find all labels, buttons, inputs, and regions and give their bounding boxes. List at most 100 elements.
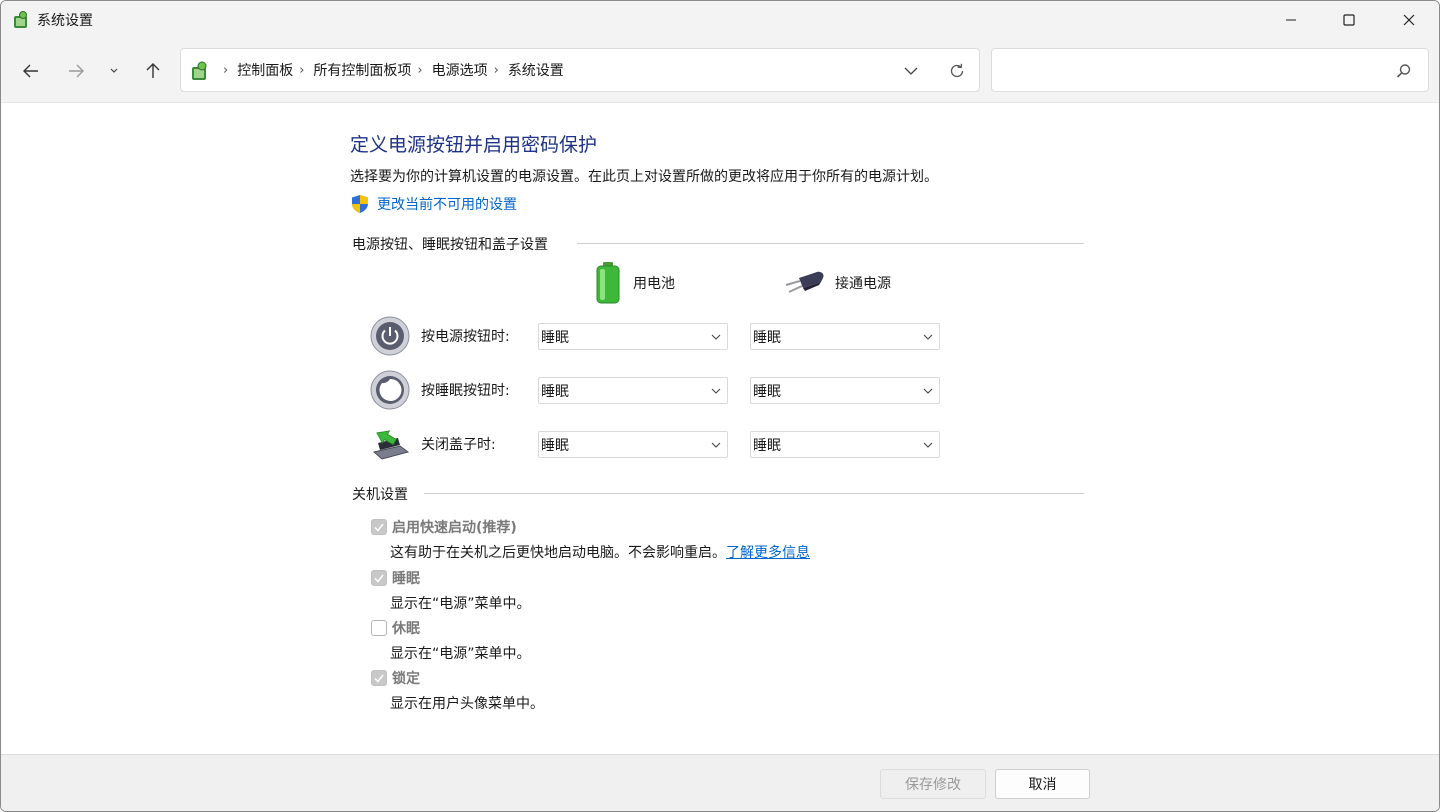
breadcrumb-power-options[interactable]: 电源选项 <box>432 60 488 80</box>
minimize-icon <box>1286 19 1296 21</box>
laptop-lid-icon <box>372 430 410 460</box>
chevron-down-icon <box>705 323 727 350</box>
save-changes-button[interactable]: 保存修改 <box>880 769 986 799</box>
search-box[interactable] <box>991 48 1429 92</box>
change-unavailable-settings-text[interactable]: 更改当前不可用的设置 <box>377 194 517 214</box>
chevron-right-icon: › <box>223 62 229 78</box>
power-button-label: 按电源按钮时: <box>421 329 510 345</box>
arrow-right-icon <box>69 64 84 78</box>
buttons-section-title: 电源按钮、睡眠按钮和盖子设置 <box>352 234 558 254</box>
lid-close-plugged-select[interactable]: 睡眠 <box>750 431 940 458</box>
checkmark-icon <box>374 674 384 683</box>
power-plug-icon <box>785 271 824 293</box>
chevron-down-icon <box>917 431 939 458</box>
chevron-down-icon <box>110 68 118 73</box>
sleep-button-plugged-select[interactable]: 睡眠 <box>750 377 940 404</box>
window-title: 系统设置 <box>37 13 93 29</box>
lid-close-label: 关闭盖子时: <box>421 437 496 453</box>
control-panel-icon <box>14 11 27 28</box>
page-title: 定义电源按钮并启用密码保护 <box>350 134 598 156</box>
chevron-down-icon <box>917 323 939 350</box>
select-value: 睡眠 <box>541 383 569 400</box>
sleep-button-setting-row: 按睡眠按钮时: 睡眠 睡眠 <box>370 370 950 410</box>
sleep-button-battery-select[interactable]: 睡眠 <box>538 377 728 404</box>
select-value: 睡眠 <box>753 329 781 346</box>
fast-startup-checkbox[interactable] <box>371 519 387 535</box>
page-description: 选择要为你的计算机设置的电源设置。在此页上对设置所做的更改将应用于你所有的电源计… <box>350 169 938 185</box>
fast-startup-description: 这有助于在关机之后更快地启动电脑。不会影响重启。了解更多信息 <box>390 542 810 562</box>
hibernate-option-description: 显示在“电源”菜单中。 <box>390 646 531 662</box>
sleep-option-description: 显示在“电源”菜单中。 <box>390 596 531 612</box>
window: 系统设置 › 控制面板 › 所有控制面板项 › 电源选项 › 系统设置 定义电源… <box>0 0 1440 812</box>
address-bar[interactable]: › 控制面板 › 所有控制面板项 › 电源选项 › 系统设置 <box>180 48 980 92</box>
power-button-plugged-select[interactable]: 睡眠 <box>750 323 940 350</box>
plugged-in-column-header: 接通电源 <box>783 268 891 298</box>
hibernate-option-label: 休眠 <box>392 621 420 637</box>
back-button[interactable] <box>15 55 47 87</box>
footer-bar: 保存修改 取消 <box>1 754 1439 811</box>
checkmark-icon <box>374 523 384 532</box>
lock-option-label: 锁定 <box>392 671 420 687</box>
main-content: 定义电源按钮并启用密码保护 选择要为你的计算机设置的电源设置。在此页上对设置所做… <box>1 104 1439 754</box>
chevron-down-icon <box>917 377 939 404</box>
control-panel-icon <box>192 61 207 80</box>
chevron-right-icon[interactable]: › <box>299 63 304 78</box>
hibernate-checkbox[interactable] <box>371 620 387 636</box>
fast-startup-description-text: 这有助于在关机之后更快地启动电脑。不会影响重启。 <box>390 545 726 561</box>
lid-close-setting-row: 关闭盖子时: 睡眠 睡眠 <box>370 424 950 464</box>
breadcrumb-system-settings[interactable]: 系统设置 <box>508 60 564 80</box>
select-value: 睡眠 <box>753 437 781 454</box>
battery-icon <box>596 262 620 304</box>
close-icon <box>1403 14 1415 26</box>
arrow-left-icon <box>23 64 38 78</box>
fast-startup-label: 启用快速启动(推荐) <box>392 520 517 536</box>
arrow-up-icon <box>146 63 160 78</box>
select-value: 睡眠 <box>541 329 569 346</box>
shutdown-section-title: 关机设置 <box>352 484 418 504</box>
forward-button[interactable] <box>60 55 92 87</box>
maximize-icon <box>1343 14 1355 26</box>
change-unavailable-settings-link[interactable]: 更改当前不可用的设置 <box>350 194 517 214</box>
battery-column-label: 用电池 <box>633 276 675 292</box>
address-history-button[interactable] <box>899 61 923 81</box>
sleep-checkbox[interactable] <box>371 570 387 586</box>
learn-more-link[interactable]: 了解更多信息 <box>726 545 810 561</box>
lock-option-description: 显示在用户头像菜单中。 <box>390 696 544 712</box>
plugged-in-column-label: 接通电源 <box>835 276 891 292</box>
section-divider <box>577 243 1084 244</box>
power-button-icon <box>370 316 410 356</box>
lock-checkbox[interactable] <box>371 670 387 686</box>
refresh-icon <box>950 63 964 78</box>
select-value: 睡眠 <box>753 383 781 400</box>
maximize-button[interactable] <box>1319 1 1379 39</box>
title-bar: 系统设置 <box>1 1 1439 39</box>
chevron-down-icon <box>705 377 727 404</box>
uac-shield-icon <box>352 195 368 213</box>
section-divider <box>424 493 1084 494</box>
sleep-option-label: 睡眠 <box>392 571 420 587</box>
breadcrumb: › 控制面板 › 所有控制面板项 › 电源选项 › 系统设置 <box>217 49 564 91</box>
search-icon[interactable] <box>1395 62 1413 80</box>
chevron-down-icon <box>705 431 727 458</box>
sleep-button-label: 按睡眠按钮时: <box>421 383 510 399</box>
cancel-button[interactable]: 取消 <box>995 769 1090 799</box>
chevron-down-icon <box>904 67 918 75</box>
recent-locations-button[interactable] <box>98 55 130 87</box>
battery-column-header: 用电池 <box>591 261 675 305</box>
refresh-button[interactable] <box>945 60 969 82</box>
chevron-right-icon[interactable]: › <box>417 63 422 78</box>
navigation-bar: › 控制面板 › 所有控制面板项 › 电源选项 › 系统设置 <box>1 39 1439 103</box>
minimize-button[interactable] <box>1261 1 1321 39</box>
chevron-right-icon[interactable]: › <box>494 63 499 78</box>
select-value: 睡眠 <box>541 437 569 454</box>
search-input[interactable] <box>1002 59 1382 81</box>
breadcrumb-control-panel[interactable]: 控制面板 <box>237 60 293 80</box>
close-button[interactable] <box>1379 1 1439 39</box>
sleep-button-icon <box>370 370 410 410</box>
power-button-setting-row: 按电源按钮时: 睡眠 睡眠 <box>370 316 950 356</box>
checkmark-icon <box>374 574 384 583</box>
lid-close-battery-select[interactable]: 睡眠 <box>538 431 728 458</box>
breadcrumb-all-items[interactable]: 所有控制面板项 <box>313 60 411 80</box>
up-button[interactable] <box>137 55 169 87</box>
power-button-battery-select[interactable]: 睡眠 <box>538 323 728 350</box>
